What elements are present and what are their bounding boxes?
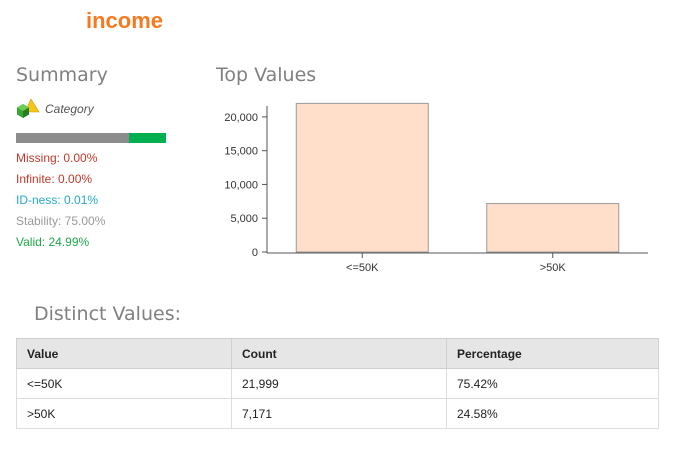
y-tick-label: 5,000 [230,213,258,225]
y-tick-label: 0 [252,247,258,259]
bar [295,102,429,253]
y-tick-label: 10,000 [224,179,258,191]
cell-percentage: 75.42% [446,368,659,399]
distinct-values-table: Value Count Percentage <=50K 21,999 75.4… [16,338,659,429]
distinct-values-heading: Distinct Values: [34,303,181,325]
valid-progress-fill [128,133,166,143]
idness-stat: ID-ness: 0.01% [16,193,99,207]
cell-value: <=50K [16,368,232,399]
column-header-count: Count [231,338,447,369]
cell-value: >50K [16,398,232,429]
attribute-title: income [86,8,164,33]
y-tick-label: 20,000 [224,112,258,124]
category-shapes-icon [16,98,40,120]
table-header-row: Value Count Percentage [16,338,659,369]
valid-progress-bar [16,133,166,143]
cell-count: 21,999 [231,368,447,399]
infinite-stat: Infinite: 0.00% [16,172,93,186]
attribute-type-label: Category [45,102,94,116]
bar [486,203,620,253]
summary-heading: Summary [16,64,108,86]
top-values-chart: 0 5,000 10,000 15,000 20,000 <=50K >50K [224,102,648,274]
column-header-percentage: Percentage [446,338,659,369]
column-header-value: Value [16,338,232,369]
cell-percentage: 24.58% [446,398,659,429]
cell-count: 7,171 [231,398,447,429]
missing-stat: Missing: 0.00% [16,151,98,165]
attribute-type: Category [16,98,94,120]
y-tick-label: 15,000 [224,146,258,158]
stability-stat: Stability: 75.00% [16,214,106,228]
x-tick-label: <=50K [346,262,379,274]
table-row: >50K 7,171 24.58% [16,398,659,429]
table-row: <=50K 21,999 75.42% [16,368,659,399]
valid-stat: Valid: 24.99% [16,235,90,249]
x-tick-label: >50K [540,262,567,274]
top-values-heading: Top Values [216,64,317,86]
